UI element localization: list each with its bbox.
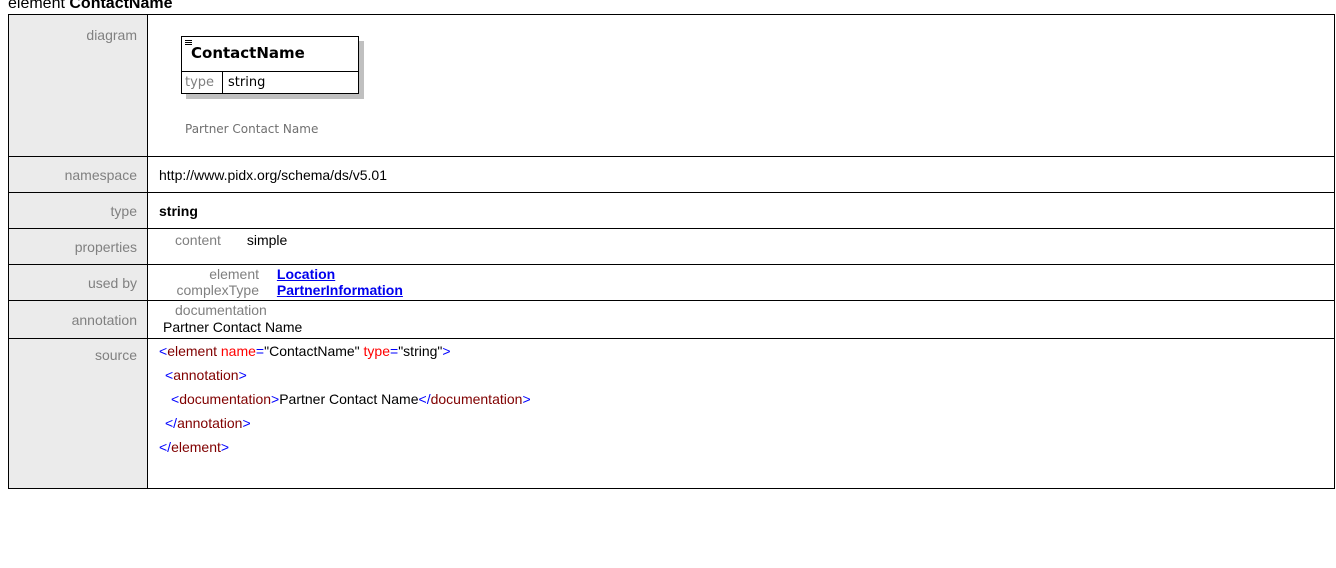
element-node[interactable]: ContactName type string xyxy=(181,36,359,94)
properties-value: simple xyxy=(246,232,288,248)
namespace-row: namespace http://www.pidx.org/schema/ds/… xyxy=(8,156,1335,193)
type-row: type string xyxy=(8,192,1335,229)
element-node-divider xyxy=(222,72,223,94)
diagram-row: diagram ContactName type string Partner … xyxy=(8,14,1335,157)
used-by-kind: complexType xyxy=(176,282,259,298)
element-node-caption: Partner Contact Name xyxy=(185,122,319,136)
annotation-value: Partner Contact Name xyxy=(163,319,303,335)
used-by-link-partnerinformation[interactable]: PartnerInformation xyxy=(277,282,403,298)
properties-key: content xyxy=(175,232,221,248)
used-by-row: used by element Location complexType Par… xyxy=(8,264,1335,301)
properties-row: properties content simple xyxy=(8,228,1335,265)
diagram-label: diagram xyxy=(8,14,148,157)
element-node-type-row: type string xyxy=(182,71,358,94)
namespace-label: namespace xyxy=(8,156,148,193)
annotation-cell: documentation Partner Contact Name xyxy=(147,300,1335,339)
annotation-row: annotation documentation Partner Contact… xyxy=(8,300,1335,339)
used-by-kind: element xyxy=(209,266,259,282)
source-line: <annotation> xyxy=(165,367,247,383)
element-node-type-label: type xyxy=(185,75,215,90)
source-line: </element> xyxy=(159,439,230,455)
used-by-item: complexType PartnerInformation xyxy=(159,282,1334,298)
used-by-link-location[interactable]: Location xyxy=(277,266,335,282)
element-doc-table: diagram ContactName type string Partner … xyxy=(8,14,1335,489)
source-line: </annotation> xyxy=(165,415,251,431)
properties-label: properties xyxy=(8,228,148,265)
used-by-label: used by xyxy=(8,264,148,301)
page-title-name: ContactName xyxy=(69,0,173,12)
used-by-item: element Location xyxy=(159,266,1334,282)
page-title-prefix: element xyxy=(8,0,65,12)
type-label: type xyxy=(8,192,148,229)
source-line: <element name="ContactName" type="string… xyxy=(159,343,451,359)
used-by-cell: element Location complexType PartnerInfo… xyxy=(147,264,1335,301)
source-line: <documentation>Partner Contact Name</doc… xyxy=(171,391,531,407)
namespace-value: http://www.pidx.org/schema/ds/v5.01 xyxy=(147,156,1335,193)
source-row: source <element name="ContactName" type=… xyxy=(8,338,1335,489)
source-label: source xyxy=(8,338,148,489)
properties-cell: content simple xyxy=(147,228,1335,265)
source-code: <element name="ContactName" type="string… xyxy=(147,338,1335,489)
element-diagram: ContactName type string Partner Contact … xyxy=(148,15,1334,153)
element-node-name: ContactName xyxy=(191,44,305,62)
page-title: element ContactName xyxy=(8,0,173,14)
annotation-label: annotation xyxy=(8,300,148,339)
element-node-type-value: string xyxy=(228,75,266,90)
diagram-cell: ContactName type string Partner Contact … xyxy=(147,14,1335,157)
annotation-key: documentation xyxy=(175,302,267,318)
type-value: string xyxy=(147,192,1335,229)
